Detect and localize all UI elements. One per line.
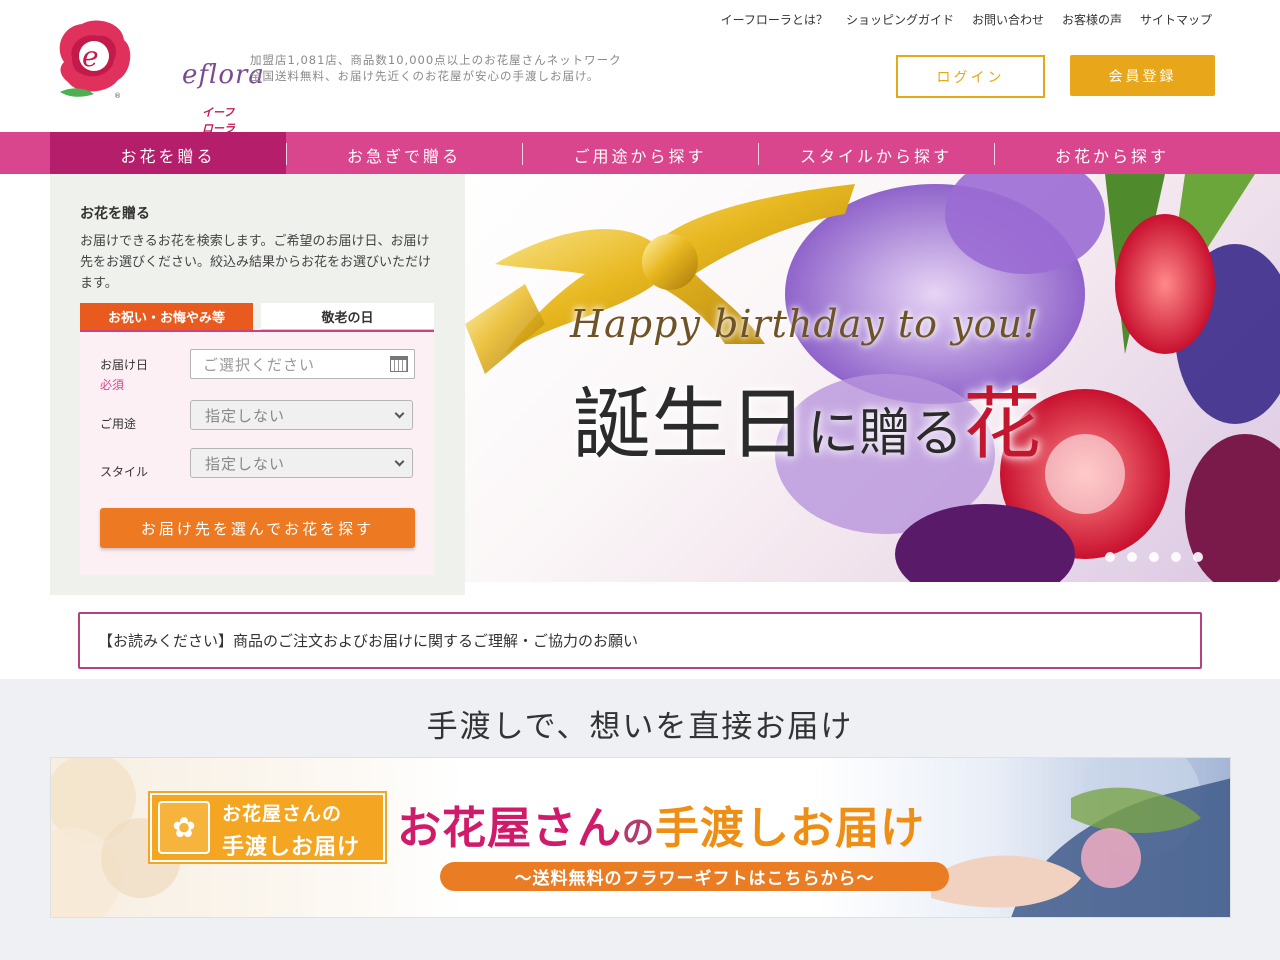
carousel-dot[interactable] xyxy=(1105,552,1115,562)
tagline-line-1: 加盟店1,081店、商品数10,000点以上のお花屋さんネットワーク xyxy=(250,53,622,67)
style-select[interactable]: 指定しない xyxy=(190,448,413,478)
link-sitemap[interactable]: サイトマップ xyxy=(1140,11,1212,28)
register-button[interactable]: 会員登録 xyxy=(1070,55,1215,96)
purpose-selected-value: 指定しない xyxy=(205,406,286,425)
banner-subline: ～送料無料のフラワーギフトはこちらから～ xyxy=(440,862,949,891)
hand-delivery-badge: ✿ お花屋さんの 手渡しお届け xyxy=(148,791,387,864)
section-title: 手渡しで、想いを直接お届け xyxy=(426,709,854,745)
required-badge: 必須 xyxy=(100,378,125,392)
panel-title: お花を贈る xyxy=(80,206,150,222)
search-panel: お花を贈る お届けできるお花を検索します。ご希望のお届け日、お届け先をお選びくだ… xyxy=(50,174,465,595)
carousel-dot[interactable] xyxy=(1193,552,1203,562)
date-placeholder: ご選択ください xyxy=(203,355,316,374)
notice-link[interactable]: 【お読みください】商品のご注文およびお届けに関するご理解・ご協力のお願い xyxy=(78,612,1202,669)
date-label: お届け日 xyxy=(100,358,149,372)
hero-english-text: Happy birthday to you! xyxy=(570,302,1040,346)
tab-celebration[interactable]: お祝い・お悔やみ等 xyxy=(80,303,253,330)
hero-jp-flower: 花 xyxy=(963,380,1042,470)
panel-description: お届けできるお花を検索します。ご希望のお届け日、お届け先をお選びください。絞込み… xyxy=(80,234,432,291)
eflora-logo[interactable]: e ® eflora イーフローラ xyxy=(52,18,264,135)
purpose-label: ご用途 xyxy=(100,417,137,431)
link-shopping-guide[interactable]: ショッピングガイド xyxy=(846,11,954,28)
headline-hand-delivery: 手渡しお届け xyxy=(655,803,926,854)
link-about[interactable]: イーフローラとは？ xyxy=(721,11,828,28)
main-nav: お花を贈る お急ぎで贈る ご用途から探す スタイルから探す お花から探す xyxy=(0,132,1280,184)
site-tagline: 加盟店1,081店、商品数10,000点以上のお花屋さんネットワーク 全国送料無… xyxy=(250,52,622,84)
headline-particle: の xyxy=(622,813,656,851)
flower-hands-icon: ✿ xyxy=(158,801,210,854)
nav-tab-send-flowers[interactable]: お花を贈る xyxy=(50,132,286,184)
badge-line-2: 手渡しお届け xyxy=(222,835,361,860)
carousel-dots xyxy=(1105,552,1203,562)
link-customer-voices[interactable]: お客様の声 xyxy=(1062,11,1122,28)
nav-tab-by-purpose[interactable]: ご用途から探す xyxy=(522,132,758,174)
nav-tab-by-style[interactable]: スタイルから探す xyxy=(758,132,994,174)
link-contact[interactable]: お問い合わせ xyxy=(972,11,1044,28)
hero-banner[interactable]: Happy birthday to you! 誕生日に贈る花 xyxy=(465,174,1280,582)
hand-delivery-section: 手渡しで、想いを直接お届け ✿ お花屋さんの 手渡しお届け お花屋さんの手渡しお… xyxy=(0,679,1280,960)
chevron-down-icon xyxy=(394,408,405,419)
utility-nav: イーフローラとは？ ショッピングガイド お問い合わせ お客様の声 サイトマップ xyxy=(721,11,1212,28)
hand-delivery-banner[interactable]: ✿ お花屋さんの 手渡しお届け お花屋さんの手渡しお届け ～送料無料のフラワーギ… xyxy=(50,757,1231,918)
hero-japanese-text: 誕生日に贈る花 xyxy=(573,362,1041,474)
search-flowers-button[interactable]: お届け先を選んでお花を探す xyxy=(100,508,415,548)
hero-jp-birthday: 誕生日 xyxy=(573,380,808,470)
delivery-date-input[interactable]: ご選択ください xyxy=(190,349,415,379)
nav-tab-by-flower[interactable]: お花から探す xyxy=(994,132,1230,174)
carousel-dot[interactable] xyxy=(1127,552,1137,562)
carousel-dot[interactable] xyxy=(1171,552,1181,562)
tab-respect-for-aged[interactable]: 敬老の日 xyxy=(261,303,434,330)
style-selected-value: 指定しない xyxy=(205,454,286,473)
login-button[interactable]: ログイン xyxy=(896,55,1045,98)
hero-jp-send: に贈る xyxy=(807,404,964,464)
search-form: お届け日 必須 ご選択ください ご用途 指定しない スタイル 指定しない お届け… xyxy=(80,330,434,575)
banner-headline: お花屋さんの手渡しお届け xyxy=(397,792,925,856)
nav-tab-urgent[interactable]: お急ぎで贈る xyxy=(286,132,522,174)
tagline-line-2: 全国送料無料、お届け先近くのお花屋が安心の手渡しお届け。 xyxy=(250,69,600,83)
svg-text:e: e xyxy=(82,40,99,73)
headline-florist: お花屋さん xyxy=(397,803,622,854)
style-label: スタイル xyxy=(100,465,149,479)
purpose-select[interactable]: 指定しない xyxy=(190,400,413,430)
chevron-down-icon xyxy=(394,456,405,467)
carousel-dot[interactable] xyxy=(1149,552,1159,562)
svg-text:®: ® xyxy=(114,92,121,100)
badge-line-1: お花屋さんの xyxy=(222,803,343,825)
site-header: e ® eflora イーフローラ 加盟店1,081店、商品数10,000点以上… xyxy=(0,0,1280,135)
calendar-icon[interactable] xyxy=(390,356,408,372)
